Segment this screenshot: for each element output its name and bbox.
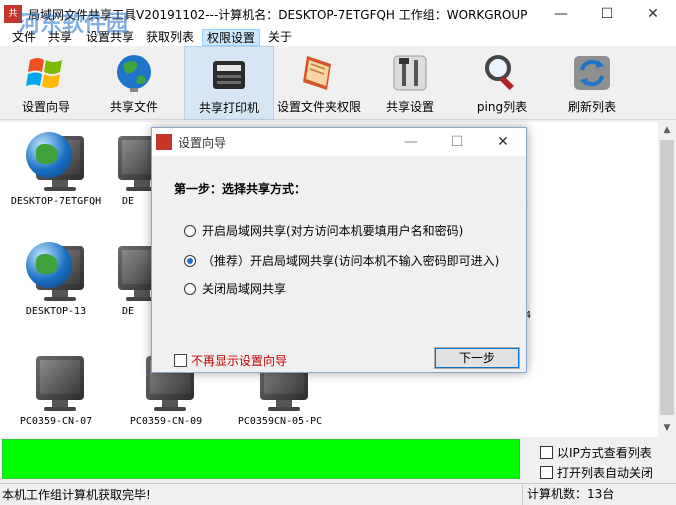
computer-item[interactable]: DESKTOP-13: [0, 240, 112, 317]
share-files-label: 共享文件: [109, 100, 158, 114]
computer-globe-icon: [26, 130, 86, 192]
refresh-icon: [574, 56, 610, 90]
menu-about[interactable]: 关于: [264, 29, 296, 46]
ping-list-label: ping列表: [476, 100, 528, 114]
folder-book-icon: [303, 56, 331, 90]
radio-circle[interactable]: [184, 283, 196, 295]
magnifier-icon: [485, 55, 514, 91]
radio-share-with-password[interactable]: 开启局域网共享(对方访问本机要填用户名和密码): [184, 222, 463, 239]
tools-icon: [393, 55, 427, 91]
app-icon: 共: [4, 5, 22, 23]
share-files-button[interactable]: 共享文件: [98, 46, 170, 120]
radio-label: 关闭局域网共享: [202, 282, 287, 296]
scroll-thumb[interactable]: [660, 140, 674, 415]
progress-bar: [2, 439, 520, 479]
windows-logo-icon: [26, 58, 62, 88]
menu-bar: 文件 共享 设置共享 获取列表 权限设置 关于: [0, 28, 676, 46]
dont-show-wizard-checkbox[interactable]: 不再显示设置向导: [174, 352, 287, 369]
checkbox-box[interactable]: [540, 446, 553, 459]
checkbox-box[interactable]: [174, 354, 187, 367]
share-printer-button[interactable]: 共享打印机: [184, 46, 274, 120]
dialog-heading: 第一步：选择共享方式：: [174, 182, 307, 196]
status-bar: 本机工作组计算机获取完毕! 计算机数：13台: [0, 483, 676, 505]
computer-name: DE: [121, 306, 135, 317]
computer-name: DESKTOP-7ETGFQH: [10, 196, 102, 207]
folder-permissions-button[interactable]: 设置文件夹权限: [276, 46, 362, 120]
computer-icon: [26, 350, 86, 412]
dialog-app-icon: [156, 134, 172, 150]
scroll-up-arrow-icon[interactable]: ▲: [658, 122, 676, 139]
dialog-close-button[interactable]: ✕: [480, 128, 526, 156]
computer-name: DESKTOP-13: [25, 306, 87, 317]
status-message: 本机工作组计算机获取完毕!: [2, 488, 151, 502]
setup-wizard-dialog: 设置向导 — ☐ ✕ 第一步：选择共享方式： 开启局域网共享(对方访问本机要填用…: [151, 127, 527, 373]
computer-count: 计算机数：13台: [522, 484, 676, 505]
ping-list-button[interactable]: ping列表: [468, 46, 536, 120]
printer-icon: [213, 61, 245, 89]
folder-permissions-label: 设置文件夹权限: [276, 100, 361, 114]
radio-label: （推荐）开启局域网共享(访问本机不输入密码即可进入): [202, 254, 500, 268]
refresh-list-button[interactable]: 刷新列表: [558, 46, 626, 120]
wizard-label: 设置向导: [21, 100, 70, 114]
share-settings-label: 共享设置: [385, 100, 434, 114]
window-title: 局域网文件共享工具V20191102---计算机名：DESKTOP-7ETGFQ…: [28, 8, 528, 22]
refresh-list-label: 刷新列表: [567, 100, 616, 114]
computer-item[interactable]: DE: [108, 130, 166, 207]
auto-close-label: 打开列表自动关闭: [557, 466, 654, 480]
computer-name: DE: [121, 196, 135, 207]
radio-label: 开启局域网共享(对方访问本机要填用户名和密码): [202, 224, 464, 238]
maximize-button[interactable]: ☐: [584, 0, 630, 28]
dialog-title: 设置向导: [178, 136, 227, 150]
dialog-title-bar: 设置向导 — ☐ ✕: [152, 128, 526, 156]
radio-circle[interactable]: [184, 225, 196, 237]
menu-permissions[interactable]: 权限设置: [202, 29, 261, 46]
share-settings-button[interactable]: 共享设置: [376, 46, 444, 120]
computer-name: PC0359-CN-07: [19, 416, 93, 427]
checkbox-box[interactable]: [540, 466, 553, 479]
globe-icon: [117, 55, 151, 92]
radio-share-no-password[interactable]: （推荐）开启局域网共享(访问本机不输入密码即可进入): [184, 252, 499, 269]
computer-name: PC0359-CN-09: [129, 416, 203, 427]
title-bar: 共 局域网文件共享工具V20191102---计算机名：DESKTOP-7ETG…: [0, 0, 676, 28]
toolbar: 设置向导 共享文件 共享打印机 设置文件夹权限 共享设置 ping列表 刷新列表: [0, 46, 676, 120]
menu-set-share[interactable]: 设置共享: [82, 29, 138, 46]
computer-name: PC0359CN-05-PC: [237, 416, 323, 427]
dialog-maximize-button[interactable]: ☐: [434, 128, 480, 156]
vertical-scrollbar[interactable]: ▲ ▼: [658, 122, 676, 437]
wizard-button[interactable]: 设置向导: [10, 46, 82, 120]
scroll-down-arrow-icon[interactable]: ▼: [658, 420, 676, 437]
ip-view-checkbox[interactable]: 以IP方式查看列表: [540, 444, 652, 460]
computer-item[interactable]: DESKTOP-7ETGFQH: [0, 130, 112, 207]
computer-item[interactable]: DE: [108, 240, 166, 317]
next-step-button[interactable]: 下一步: [434, 347, 520, 369]
share-printer-label: 共享打印机: [198, 101, 259, 115]
ip-view-label: 以IP方式查看列表: [557, 446, 652, 460]
menu-share[interactable]: 共享: [44, 29, 76, 46]
menu-get-list[interactable]: 获取列表: [142, 29, 198, 46]
radio-disable-share[interactable]: 关闭局域网共享: [184, 280, 286, 297]
auto-close-checkbox[interactable]: 打开列表自动关闭: [540, 464, 653, 480]
computer-item[interactable]: PC0359-CN-07: [0, 350, 112, 427]
dialog-minimize-button[interactable]: —: [388, 128, 434, 156]
dont-show-label: 不再显示设置向导: [191, 354, 288, 368]
computer-globe-icon: [26, 240, 86, 302]
radio-circle[interactable]: [184, 255, 196, 267]
close-button[interactable]: ✕: [630, 0, 676, 28]
menu-file[interactable]: 文件: [8, 29, 40, 46]
minimize-button[interactable]: —: [538, 0, 584, 28]
